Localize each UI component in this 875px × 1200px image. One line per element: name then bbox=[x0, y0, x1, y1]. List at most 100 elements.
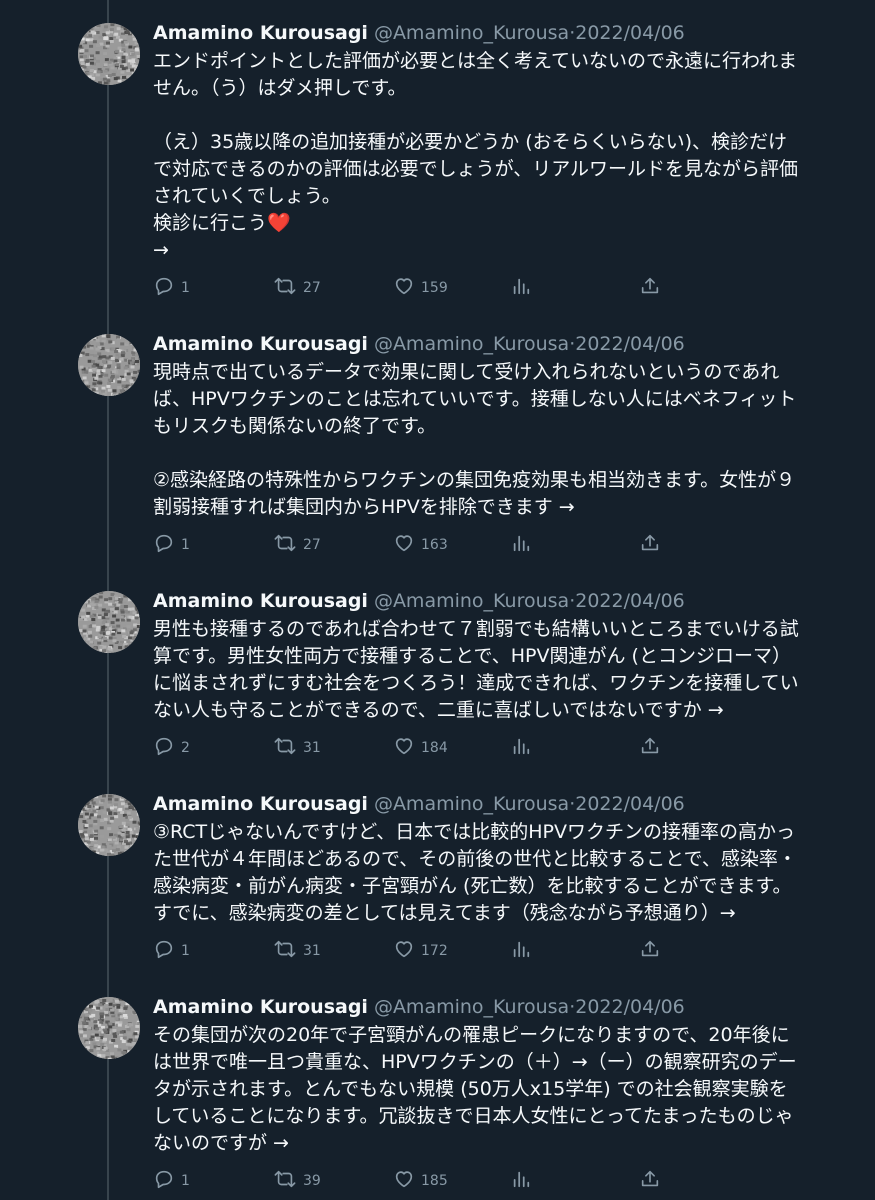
tweet-text: ③RCTじゃないんですけど、日本では比較的HPVワクチンの接種率の高かった世代が… bbox=[153, 819, 803, 927]
share-button[interactable] bbox=[639, 736, 667, 760]
reply-count: 1 bbox=[181, 943, 190, 959]
tweet-text: 現時点で出ているデータで効果に関して受け入れられないというのであれば、HPVワク… bbox=[153, 359, 803, 521]
reply-count: 2 bbox=[181, 740, 190, 756]
views-button[interactable] bbox=[511, 533, 537, 557]
like-button[interactable]: 184 bbox=[393, 736, 448, 760]
heart-icon bbox=[393, 1168, 421, 1194]
like-button[interactable]: 159 bbox=[393, 276, 448, 300]
reply-count: 1 bbox=[181, 537, 190, 553]
tweet-date[interactable]: 2022/04/06 bbox=[575, 793, 685, 815]
author-handle[interactable]: @Amamino_Kurousa bbox=[374, 333, 569, 355]
retweet-button[interactable]: 27 bbox=[273, 533, 321, 557]
author-name[interactable]: Amamino Kurousagi bbox=[153, 22, 368, 44]
reply-icon bbox=[153, 1168, 181, 1194]
author-handle[interactable]: @Amamino_Kurousa bbox=[374, 590, 569, 612]
heart-icon bbox=[393, 938, 421, 964]
avatar[interactable] bbox=[78, 334, 140, 396]
tweet-actions: 1 27 163 bbox=[153, 533, 673, 557]
retweet-button[interactable]: 31 bbox=[273, 939, 321, 963]
tweet-text: 男性も接種するのであれば合わせて７割弱でも結構いいところまでいける試算です。男性… bbox=[153, 616, 803, 724]
views-button[interactable] bbox=[511, 1169, 537, 1193]
tweet-actions: 1 27 159 bbox=[153, 276, 673, 300]
share-button[interactable] bbox=[639, 939, 667, 963]
views-button[interactable] bbox=[511, 939, 537, 963]
reply-icon bbox=[153, 532, 181, 558]
share-button[interactable] bbox=[639, 1169, 667, 1193]
like-count: 172 bbox=[421, 943, 448, 959]
tweet-header: Amamino Kurousagi @Amamino_Kurousa·2022/0… bbox=[153, 588, 685, 614]
tweet-paragraph: 現時点で出ているデータで効果に関して受け入れられないというのであれば、HPVワク… bbox=[153, 361, 797, 437]
author-handle[interactable]: @Amamino_Kurousa bbox=[374, 22, 569, 44]
like-count: 185 bbox=[421, 1173, 448, 1189]
tweet-header: Amamino Kurousagi @Amamino_Kurousa·2022/0… bbox=[153, 791, 685, 817]
like-count: 163 bbox=[421, 537, 448, 553]
retweet-button[interactable]: 27 bbox=[273, 276, 321, 300]
retweet-icon bbox=[273, 938, 303, 964]
reply-button[interactable]: 1 bbox=[153, 533, 190, 557]
tweet-header: Amamino Kurousagi @Amamino_Kurousa·2022/0… bbox=[153, 20, 685, 46]
tweet-paragraph: （え）35歳以降の追加接種が必要かどうか (おそらくいらない)、検診だけで対応で… bbox=[153, 131, 799, 207]
retweet-button[interactable]: 31 bbox=[273, 736, 321, 760]
reply-button[interactable]: 2 bbox=[153, 736, 190, 760]
like-button[interactable]: 163 bbox=[393, 533, 448, 557]
avatar[interactable] bbox=[78, 997, 140, 1059]
heart-icon bbox=[393, 735, 421, 761]
retweet-count: 27 bbox=[303, 537, 321, 553]
tweet-date[interactable]: 2022/04/06 bbox=[575, 590, 685, 612]
tweet-paragraph: ③RCTじゃないんですけど、日本では比較的HPVワクチンの接種率の高かった世代が… bbox=[153, 821, 797, 924]
author-name[interactable]: Amamino Kurousagi bbox=[153, 590, 368, 612]
author-name[interactable]: Amamino Kurousagi bbox=[153, 793, 368, 815]
views-icon bbox=[511, 1168, 537, 1194]
reply-icon bbox=[153, 938, 181, 964]
tweet-actions: 1 31 172 bbox=[153, 939, 673, 963]
views-icon bbox=[511, 532, 537, 558]
heart-icon bbox=[393, 275, 421, 301]
tweet-paragraph bbox=[153, 440, 803, 467]
reply-count: 1 bbox=[181, 1173, 190, 1189]
retweet-button[interactable]: 39 bbox=[273, 1169, 321, 1193]
tweet-text: その集団が次の20年で子宮頸がんの罹患ピークになりますので、20年後には世界で唯… bbox=[153, 1022, 803, 1157]
share-icon bbox=[639, 938, 667, 964]
tweet-actions: 1 39 185 bbox=[153, 1169, 673, 1193]
share-icon bbox=[639, 532, 667, 558]
like-button[interactable]: 172 bbox=[393, 939, 448, 963]
reply-button[interactable]: 1 bbox=[153, 939, 190, 963]
retweet-count: 31 bbox=[303, 943, 321, 959]
like-button[interactable]: 185 bbox=[393, 1169, 448, 1193]
views-button[interactable] bbox=[511, 736, 537, 760]
tweet-paragraph: 検診に行こう❤️ bbox=[153, 212, 291, 234]
tweet-paragraph: → bbox=[153, 239, 169, 261]
share-button[interactable] bbox=[639, 533, 667, 557]
avatar[interactable] bbox=[78, 23, 140, 85]
author-name[interactable]: Amamino Kurousagi bbox=[153, 333, 368, 355]
tweet-header: Amamino Kurousagi @Amamino_Kurousa·2022/0… bbox=[153, 994, 685, 1020]
retweet-icon bbox=[273, 1168, 303, 1194]
tweet-date[interactable]: 2022/04/06 bbox=[575, 333, 685, 355]
tweet-date[interactable]: 2022/04/06 bbox=[575, 22, 685, 44]
share-button[interactable] bbox=[639, 276, 667, 300]
retweet-icon bbox=[273, 275, 303, 301]
share-icon bbox=[639, 735, 667, 761]
author-name[interactable]: Amamino Kurousagi bbox=[153, 996, 368, 1018]
share-icon bbox=[639, 1168, 667, 1194]
tweet-header: Amamino Kurousagi @Amamino_Kurousa·2022/0… bbox=[153, 331, 685, 357]
tweet-text: エンドポイントとした評価が必要とは全く考えていないので永遠に行われません。（う）… bbox=[153, 48, 803, 264]
retweet-icon bbox=[273, 532, 303, 558]
avatar[interactable] bbox=[78, 794, 140, 856]
views-button[interactable] bbox=[511, 276, 537, 300]
tweet-paragraph: その集団が次の20年で子宮頸がんの罹患ピークになりますので、20年後には世界で唯… bbox=[153, 1024, 797, 1154]
tweet-date[interactable]: 2022/04/06 bbox=[575, 996, 685, 1018]
reply-button[interactable]: 1 bbox=[153, 276, 190, 300]
tweet-paragraph: エンドポイントとした評価が必要とは全く考えていないので永遠に行われません。（う）… bbox=[153, 50, 798, 99]
heart-icon bbox=[393, 532, 421, 558]
author-handle[interactable]: @Amamino_Kurousa bbox=[374, 793, 569, 815]
reply-button[interactable]: 1 bbox=[153, 1169, 190, 1193]
like-count: 159 bbox=[421, 280, 448, 296]
like-count: 184 bbox=[421, 740, 448, 756]
reply-icon bbox=[153, 275, 181, 301]
views-icon bbox=[511, 275, 537, 301]
avatar[interactable] bbox=[78, 591, 140, 653]
views-icon bbox=[511, 735, 537, 761]
author-handle[interactable]: @Amamino_Kurousa bbox=[374, 996, 569, 1018]
retweet-icon bbox=[273, 735, 303, 761]
